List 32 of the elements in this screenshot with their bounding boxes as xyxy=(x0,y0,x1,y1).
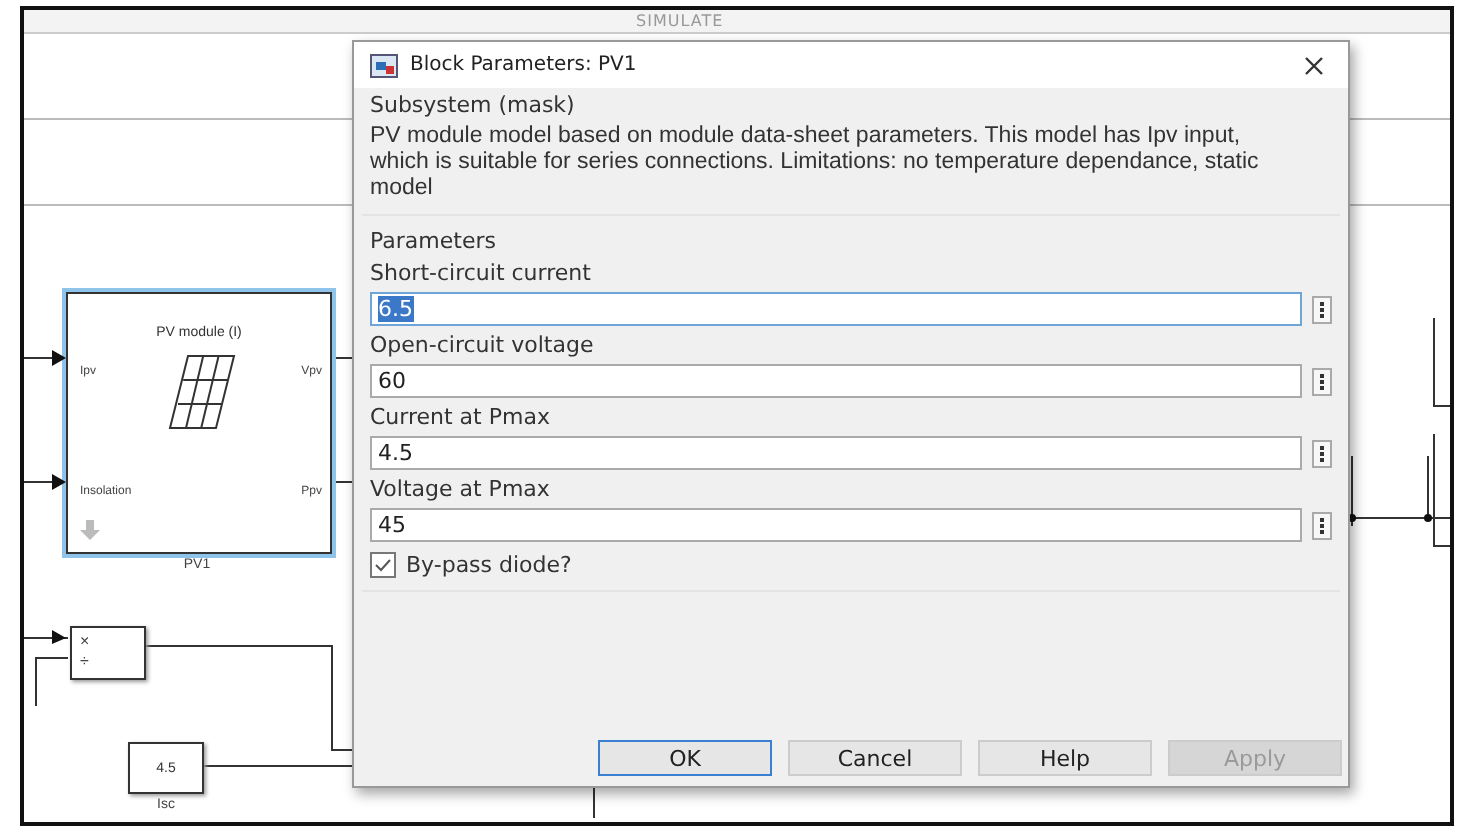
dialog-button[interactable]: Help xyxy=(978,740,1152,776)
close-icon xyxy=(1304,55,1324,75)
down-arrow-icon xyxy=(80,520,100,540)
more-options-button[interactable] xyxy=(1312,295,1332,323)
parameter-field[interactable]: 4.5 xyxy=(370,436,1302,470)
field-value: 45 xyxy=(378,512,406,538)
dialog-button[interactable]: Cancel xyxy=(788,740,962,776)
section-heading: Subsystem (mask) xyxy=(370,92,577,118)
parameter-field[interactable]: 60 xyxy=(370,364,1302,398)
more-options-button[interactable] xyxy=(1312,439,1332,467)
parameter-field[interactable]: 45 xyxy=(370,508,1302,542)
solar-panel-icon xyxy=(168,354,236,430)
port-sign: × xyxy=(80,632,90,650)
group-heading: Parameters xyxy=(370,228,498,254)
parameter-label: Open-circuit voltage xyxy=(370,332,596,358)
checkbox-label: By-pass diode? xyxy=(406,552,572,578)
block-icon xyxy=(370,53,398,77)
more-options-button[interactable] xyxy=(1312,367,1332,395)
field-value: 60 xyxy=(378,368,406,394)
parameter-label: Voltage at Pmax xyxy=(370,476,552,502)
product-block[interactable]: × ÷ xyxy=(70,626,146,680)
description-text: PV module model based on module data-sheet parameters. This model has Ipv input, which is suitable for series connections. Limitations: no temperature dependance, static model xyxy=(370,124,1261,202)
more-options-button[interactable] xyxy=(1312,511,1332,539)
field-value: 6.5 xyxy=(378,296,413,322)
parameter-label: Short-circuit current xyxy=(370,260,593,286)
parameter-label: Current at Pmax xyxy=(370,404,552,430)
field-value: 4.5 xyxy=(378,440,413,466)
dialog-button[interactable]: OK xyxy=(598,740,772,776)
port-sign: ÷ xyxy=(80,652,89,670)
dialog-title: Block Parameters: PV1 xyxy=(410,54,639,76)
checkbox[interactable] xyxy=(370,552,396,578)
parameter-field[interactable]: 6.5 xyxy=(370,292,1302,326)
